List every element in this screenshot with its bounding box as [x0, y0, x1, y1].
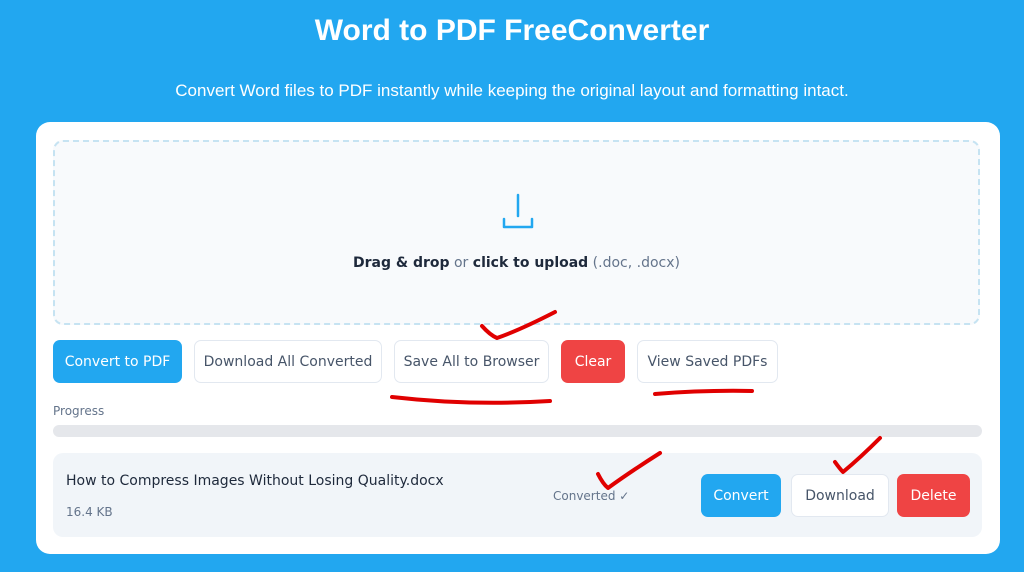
download-all-converted-button[interactable]: Download All Converted [194, 340, 382, 383]
clear-button[interactable]: Clear [561, 340, 625, 383]
view-saved-pdfs-button[interactable]: View Saved PDFs [637, 340, 778, 383]
dropzone-instructions: Drag & drop or click to upload (.doc, .d… [55, 255, 978, 271]
page-title: Word to PDF FreeConverter [314, 14, 710, 47]
upload-dropzone[interactable]: Drag & drop or click to upload (.doc, .d… [53, 140, 980, 325]
converter-card: Drag & drop or click to upload (.doc, .d… [36, 122, 1000, 554]
progress-label: Progress [53, 404, 105, 418]
download-button[interactable]: Download [791, 474, 889, 517]
dropzone-or-text: or [449, 255, 473, 271]
click-to-upload-text: click to upload [472, 255, 589, 271]
drag-drop-text: Drag & drop [353, 255, 450, 271]
file-types-text: (.doc, .docx) [588, 255, 680, 271]
file-name: How to Compress Images Without Losing Qu… [66, 473, 444, 489]
file-size: 16.4 KB [66, 505, 113, 519]
convert-to-pdf-button[interactable]: Convert to PDF [53, 340, 182, 383]
page-subtitle: Convert Word files to PDF instantly whil… [175, 81, 849, 100]
progress-bar [53, 425, 982, 437]
file-row: How to Compress Images Without Losing Qu… [53, 453, 982, 537]
save-all-to-browser-button[interactable]: Save All to Browser [394, 340, 549, 383]
file-status: Converted ✓ [553, 489, 630, 503]
delete-button[interactable]: Delete [897, 474, 970, 517]
convert-button[interactable]: Convert [701, 474, 781, 517]
download-tray-icon [502, 193, 534, 229]
